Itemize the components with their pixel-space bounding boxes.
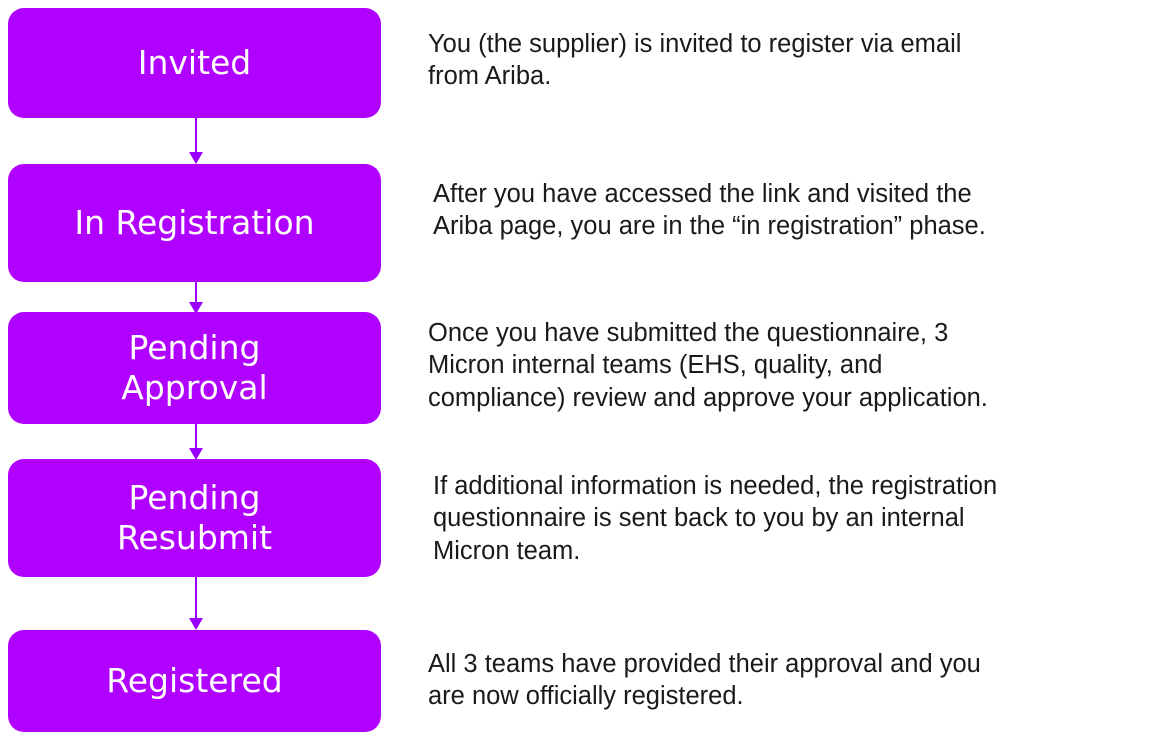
stage-box-registered: Registered	[8, 630, 381, 732]
connector-line	[195, 118, 197, 154]
stage-label: Pending Resubmit	[116, 477, 273, 557]
stage-description: You (the supplier) is invited to registe…	[428, 30, 962, 91]
stage-description: All 3 teams have provided their approval…	[428, 650, 981, 711]
stage-box-in-registration: In Registration	[8, 164, 381, 282]
stage-label: Pending Approval	[121, 327, 268, 407]
stage-description: After you have accessed the link and vis…	[433, 180, 986, 241]
stage-box-pending-approval: Pending Approval	[8, 312, 381, 424]
stage-label: Invited	[137, 42, 252, 82]
arrow-down-icon	[189, 618, 203, 630]
connector-line	[195, 577, 197, 620]
stage-box-pending-resubmit: Pending Resubmit	[8, 459, 381, 577]
stage-box-invited: Invited	[8, 8, 381, 118]
stage-label: Registered	[106, 660, 283, 700]
stage-description: Once you have submitted the questionnair…	[428, 319, 988, 412]
connector-line	[195, 282, 197, 304]
stage-description: If additional information is needed, the…	[433, 472, 998, 565]
stage-label: In Registration	[74, 202, 315, 242]
connector-line	[195, 424, 197, 450]
arrow-down-icon	[189, 152, 203, 164]
